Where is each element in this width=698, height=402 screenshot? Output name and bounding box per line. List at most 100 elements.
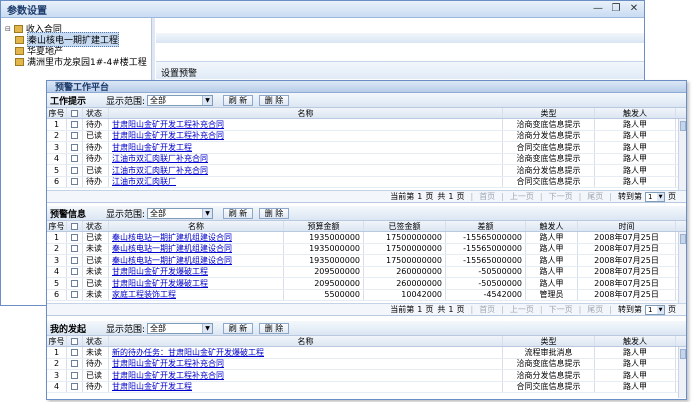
row-checkbox[interactable] — [71, 233, 78, 241]
col-header-checkbox[interactable] — [67, 221, 83, 231]
row-checkbox[interactable] — [71, 360, 78, 368]
row-checkbox-cell[interactable] — [67, 130, 83, 141]
row-name-link[interactable]: 秦山核电站一期扩建机组建设合同 — [112, 255, 232, 266]
row-name-link[interactable]: 新的待办任务：甘肃阳山金矿开发爆破工程 — [112, 347, 264, 358]
row-checkbox-cell[interactable] — [67, 347, 83, 358]
select-all-checkbox[interactable] — [71, 109, 78, 117]
row-checkbox[interactable] — [71, 383, 78, 391]
table-row[interactable]: 1 待办 甘肃阳山金矿开发工程补充合同 洽商变底信息提示 路人甲 — [47, 119, 686, 131]
row-name-link[interactable]: 甘肃阳山金矿开发爆破工程 — [112, 278, 208, 289]
table-row[interactable]: 1 未读 新的待办任务：甘肃阳山金矿开发爆破工程 流程审批消息 路人甲 — [47, 347, 686, 359]
row-checkbox-cell[interactable] — [67, 289, 83, 300]
range-select[interactable]: 全部 ▼ — [147, 94, 214, 106]
scroll-thumb[interactable] — [680, 234, 686, 244]
row-name-link[interactable]: 江油市双汇肉联厂补充合同 — [112, 165, 208, 176]
col-header-checkbox[interactable] — [67, 336, 83, 346]
select-all-checkbox[interactable] — [71, 337, 78, 345]
row-name-link[interactable]: 家庭工程装饰工程 — [112, 290, 176, 301]
pager-last-link[interactable]: 尾页 — [587, 304, 603, 315]
row-name-link[interactable]: 甘肃阳山金矿开发工程 — [112, 142, 192, 153]
row-checkbox-cell[interactable] — [67, 358, 83, 369]
delete-button[interactable]: 删 除 — [259, 207, 290, 219]
row-checkbox-cell[interactable] — [67, 381, 83, 392]
row-checkbox-cell[interactable] — [67, 119, 83, 130]
row-checkbox-cell[interactable] — [67, 153, 83, 164]
row-name-link[interactable]: 甘肃阳山金矿开发工程补充合同 — [112, 119, 224, 130]
pager-first-link[interactable]: 首页 — [479, 191, 495, 202]
table-row[interactable]: 4 待办 江油市双汇肉联厂补充合同 洽商变底信息提示 路人甲 — [47, 153, 686, 165]
table-row[interactable]: 2 未读 秦山核电站一期扩建机组建设合同 1935000000 17500000000-… — [47, 243, 686, 255]
row-checkbox[interactable] — [71, 166, 78, 174]
range-select[interactable]: 全部 ▼ — [147, 322, 214, 334]
table-row[interactable]: 3 待办 甘肃阳山金矿开发工程 合同交底信息提示 路人甲 — [47, 142, 686, 154]
row-checkbox[interactable] — [71, 178, 78, 186]
row-checkbox-cell[interactable] — [67, 165, 83, 176]
row-checkbox[interactable] — [71, 155, 78, 163]
row-name-link[interactable]: 江油市双汇肉联厂补充合同 — [112, 154, 208, 165]
row-name-link[interactable]: 甘肃阳山金矿开发工程补充合同 — [112, 359, 224, 370]
row-checkbox[interactable] — [71, 120, 78, 128]
dropdown-arrow-icon[interactable]: ▼ — [657, 305, 664, 314]
refresh-button[interactable]: 刷 新 — [223, 322, 254, 334]
table-row[interactable]: 2 待办 甘肃阳山金矿开发工程补充合同 洽商变底信息提示 路人甲 — [47, 358, 686, 370]
table-row[interactable]: 4 未读 甘肃阳山金矿开发爆破工程 209500000 260000000 -505000… — [47, 266, 686, 278]
row-name-link[interactable]: 甘肃阳山金矿开发工程补充合同 — [112, 131, 224, 142]
pager-prev-link[interactable]: 上一页 — [510, 191, 534, 202]
row-checkbox[interactable] — [71, 291, 78, 299]
table-row[interactable]: 6 待办 江油市双汇肉联厂 合同交底信息提示 路人甲 — [47, 176, 686, 188]
row-checkbox-cell[interactable] — [67, 232, 83, 243]
pager-goto-select[interactable]: 1 ▼ — [645, 191, 665, 202]
row-checkbox[interactable] — [71, 279, 78, 287]
row-checkbox[interactable] — [71, 268, 78, 276]
refresh-button[interactable]: 刷 新 — [223, 207, 254, 219]
row-checkbox-cell[interactable] — [67, 278, 83, 289]
row-checkbox-cell[interactable] — [67, 255, 83, 266]
table-row[interactable]: 6 未读 家庭工程装饰工程 5500000 10042000 -4542000 管理员 200… — [47, 289, 686, 301]
collapse-icon[interactable]: ⊟ — [5, 25, 11, 33]
row-checkbox-cell[interactable] — [67, 370, 83, 381]
row-checkbox[interactable] — [71, 256, 78, 264]
refresh-button[interactable]: 刷 新 — [223, 94, 254, 106]
alert-info-scrollbar[interactable] — [678, 232, 686, 303]
table-row[interactable]: 3 已读 秦山核电站一期扩建机组建设合同 1935000000 17500000000-… — [47, 255, 686, 267]
table-row[interactable]: 4 待办 甘肃阳山金矿开发工程 合同交底信息提示 路人甲 — [47, 381, 686, 393]
row-checkbox[interactable] — [71, 371, 78, 379]
pager-next-link[interactable]: 下一页 — [549, 191, 573, 202]
dropdown-arrow-icon[interactable]: ▼ — [202, 323, 213, 333]
row-checkbox[interactable] — [71, 245, 78, 253]
col-header-checkbox[interactable] — [67, 108, 83, 118]
scroll-thumb[interactable] — [680, 349, 686, 359]
pager-prev-link[interactable]: 上一页 — [510, 304, 534, 315]
dropdown-arrow-icon[interactable]: ▼ — [657, 192, 664, 201]
table-row[interactable]: 2 已读 甘肃阳山金矿开发工程补充合同 洽商分发信息提示 路人甲 — [47, 130, 686, 142]
pager-last-link[interactable]: 尾页 — [587, 191, 603, 202]
my-initiated-scrollbar[interactable] — [678, 347, 686, 398]
delete-button[interactable]: 删 除 — [259, 94, 290, 106]
close-icon[interactable]: ✕ — [628, 3, 640, 15]
table-row[interactable]: 5 已读 甘肃阳山金矿开发爆破工程 209500000 260000000 -505000… — [47, 278, 686, 290]
row-name-link[interactable]: 江油市双汇肉联厂 — [112, 177, 176, 188]
dropdown-arrow-icon[interactable]: ▼ — [202, 95, 213, 105]
restore-icon[interactable]: ❐ — [610, 3, 622, 15]
row-name-link[interactable]: 秦山核电站一期扩建机组建设合同 — [112, 232, 232, 243]
select-all-checkbox[interactable] — [71, 222, 78, 230]
row-checkbox[interactable] — [71, 143, 78, 151]
delete-button[interactable]: 删 除 — [259, 322, 290, 334]
pager-next-link[interactable]: 下一页 — [549, 304, 573, 315]
row-checkbox-cell[interactable] — [67, 142, 83, 153]
pager-goto-select[interactable]: 1 ▼ — [645, 304, 665, 315]
row-checkbox[interactable] — [71, 348, 78, 356]
row-checkbox-cell[interactable] — [67, 176, 83, 187]
table-row[interactable]: 3 已读 甘肃阳山金矿开发工程补充合同 洽商分发信息提示 路人甲 — [47, 370, 686, 382]
work-hint-scrollbar[interactable] — [678, 119, 686, 190]
row-name-link[interactable]: 甘肃阳山金矿开发工程 — [112, 382, 192, 393]
minimize-icon[interactable]: — — [592, 3, 604, 15]
table-row[interactable]: 5 已读 江油市双汇肉联厂补充合同 洽商分发信息提示 路人甲 — [47, 165, 686, 177]
pager-first-link[interactable]: 首页 — [479, 304, 495, 315]
row-name-link[interactable]: 甘肃阳山金矿开发爆破工程 — [112, 267, 208, 278]
row-checkbox[interactable] — [71, 132, 78, 140]
row-name-link[interactable]: 秦山核电站一期扩建机组建设合同 — [112, 244, 232, 255]
row-checkbox-cell[interactable] — [67, 243, 83, 254]
scroll-thumb[interactable] — [680, 121, 686, 131]
range-select[interactable]: 全部 ▼ — [147, 207, 214, 219]
